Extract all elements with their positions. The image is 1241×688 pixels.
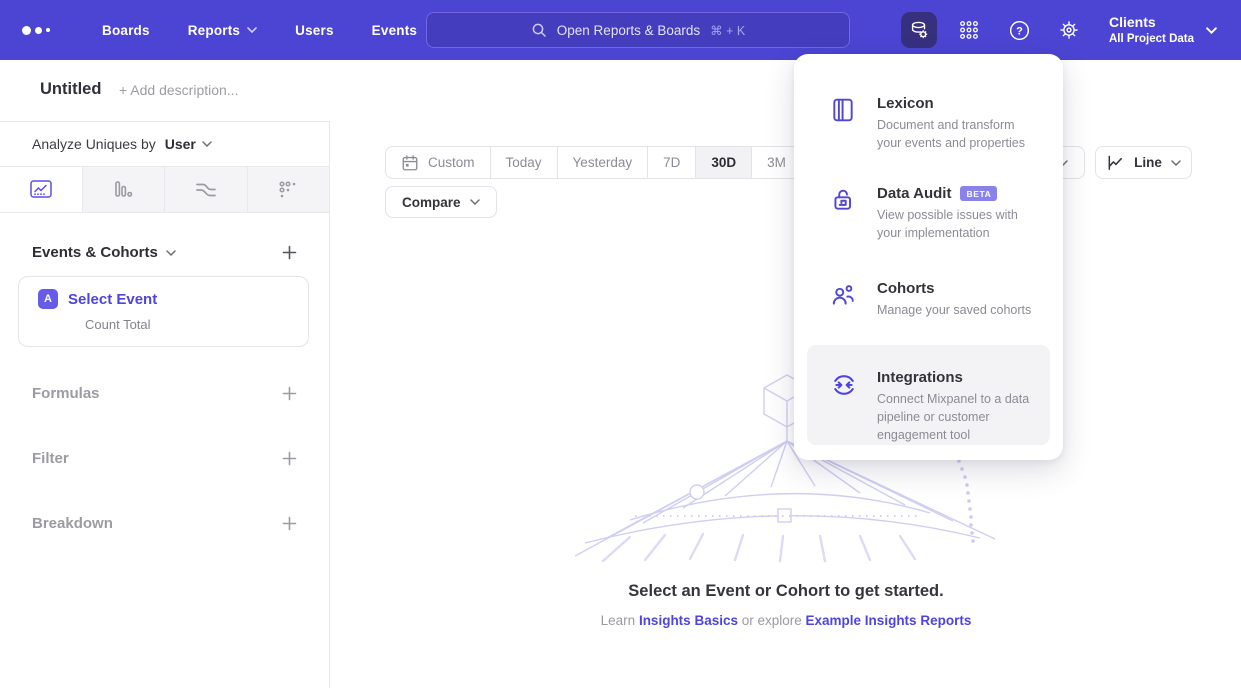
top-navigation-bar: Boards Reports Users Events Open Reports… [0,0,1241,60]
cohorts-people-icon [830,282,856,308]
range-custom[interactable]: Custom [386,147,490,178]
mixpanel-logo[interactable] [22,26,68,35]
database-gear-icon [908,19,930,41]
report-title[interactable]: Untitled [40,80,101,99]
filter-row: Filter [0,449,329,468]
compare-button[interactable]: Compare [385,186,497,218]
events-cohorts-header: Events & Cohorts [0,243,329,262]
example-reports-link[interactable]: Example Insights Reports [806,613,972,628]
settings-gear-icon [1058,19,1080,41]
chevron-down-icon [1206,27,1217,34]
menu-item-integrations[interactable]: Integrations Connect Mixpanel to a data … [807,345,1050,445]
range-today[interactable]: Today [490,147,557,178]
tab-retention[interactable] [247,167,330,212]
apps-grid-icon [958,19,980,41]
analyze-by-dropdown[interactable]: User [165,136,212,152]
range-7d[interactable]: 7D [647,147,695,178]
project-switcher[interactable]: Clients All Project Data [1109,13,1217,46]
range-30d-selected[interactable]: 30D [695,147,751,178]
date-range-control: Custom Today Yesterday 7D 30D 3M 6M [385,146,852,179]
filter-label: Filter [32,450,69,467]
chart-type-button[interactable]: Line [1095,146,1192,179]
apps-grid-button[interactable] [951,12,987,48]
range-yesterday[interactable]: Yesterday [557,147,648,178]
event-metric[interactable]: Count Total [85,317,294,332]
search-icon [531,22,547,38]
plus-icon [282,386,297,401]
beta-badge: BETA [960,186,997,201]
menu-item-data-audit[interactable]: Data AuditBETA View possible issues with… [807,175,1050,253]
bar-chart-icon [112,179,134,201]
help-icon: ? [1008,19,1031,42]
add-filter-button[interactable] [280,449,299,468]
breakdown-row: Breakdown [0,514,329,533]
line-chart-icon [1106,153,1125,172]
chevron-down-icon [247,27,257,33]
add-event-button[interactable] [280,243,299,262]
formulas-row: Formulas [0,384,329,403]
analyze-label: Analyze Uniques by [32,136,156,152]
add-description-field[interactable]: + Add description... [119,82,238,98]
flow-icon [194,180,218,200]
nav-reports[interactable]: Reports [188,23,257,38]
select-event-label[interactable]: Select Event [68,291,157,308]
report-canvas: Custom Today Yesterday 7D 30D 3M 6M Comp… [331,121,1241,688]
nav-events[interactable]: Events [372,23,417,38]
add-breakdown-button[interactable] [280,514,299,533]
tab-flow[interactable] [164,167,247,212]
empty-middle-text: or explore [738,613,806,628]
nav-users[interactable]: Users [295,23,334,38]
tab-bar-chart[interactable] [82,167,165,212]
empty-learn-prefix: Learn [601,613,639,628]
search-placeholder: Open Reports & Boards [557,23,700,38]
settings-button[interactable] [1051,12,1087,48]
data-management-dropdown: Lexicon Document and transform your even… [794,54,1063,460]
empty-state-links: Learn Insights Basics or explore Example… [331,613,1241,628]
plus-icon [282,516,297,531]
menu-item-cohorts[interactable]: Cohorts Manage your saved cohorts [807,270,1050,330]
add-formula-button[interactable] [280,384,299,403]
chart-type-tabs [0,167,329,213]
project-name: Clients [1109,13,1194,31]
menu-item-lexicon[interactable]: Lexicon Document and transform your even… [807,85,1050,163]
chevron-down-icon [1171,160,1181,166]
tab-insights-line[interactable] [0,167,82,212]
retention-dots-icon [277,179,299,201]
analyze-row: Analyze Uniques by User [0,122,329,167]
integrations-arrows-icon [830,371,858,399]
query-builder-sidebar: Analyze Uniques by User [0,121,330,688]
chevron-down-icon [202,141,212,147]
event-card[interactable]: A Select Event Count Total [18,276,309,347]
project-scope: All Project Data [1109,32,1194,47]
svg-text:?: ? [1016,25,1023,37]
search-input[interactable]: Open Reports & Boards ⌘ + K [426,12,850,48]
mixpanel-insights-app: Boards Reports Users Events Open Reports… [0,0,1241,688]
data-management-button[interactable] [901,12,937,48]
breakdown-label: Breakdown [32,515,113,532]
insights-basics-link[interactable]: Insights Basics [639,613,738,628]
search-shortcut: ⌘ + K [710,23,745,38]
event-letter-badge: A [38,289,58,309]
calendar-icon [401,154,419,172]
formulas-label: Formulas [32,385,100,402]
plus-icon [282,245,297,260]
book-icon [830,97,856,123]
chevron-down-icon [166,250,176,256]
audit-lock-icon [830,187,856,213]
nav-boards[interactable]: Boards [102,23,150,38]
empty-state-title: Select an Event or Cohort to get started… [331,582,1241,601]
events-cohorts-dropdown[interactable]: Events & Cohorts [32,244,176,261]
primary-nav: Boards Reports Users Events [102,23,417,38]
plus-icon [282,451,297,466]
help-button[interactable]: ? [1001,12,1037,48]
insights-line-icon [29,179,53,201]
chevron-down-icon [470,199,480,205]
